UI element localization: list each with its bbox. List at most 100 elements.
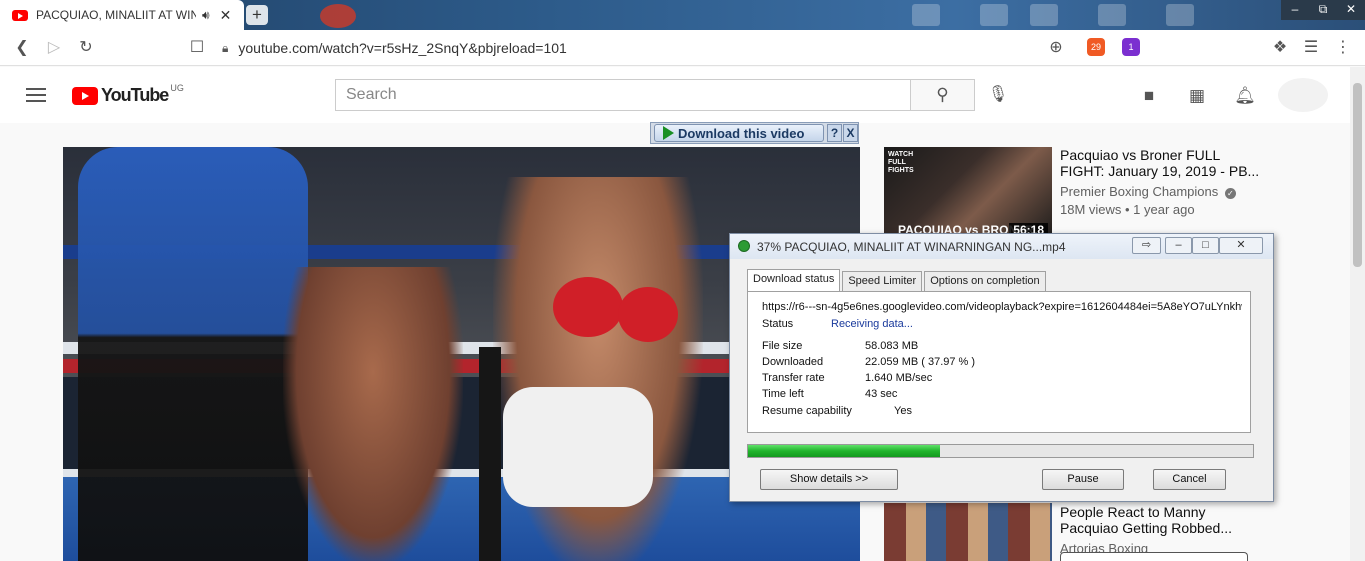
media-queue-icon[interactable]: ☰ (1301, 38, 1321, 58)
tab-options-on-completion[interactable]: Options on completion (924, 271, 1046, 291)
pause-button[interactable]: Pause (1042, 469, 1124, 490)
desktop-icon (980, 4, 1008, 26)
download-status-panel: https://r6---sn-4g5e6nes.googlevideo.com… (747, 291, 1251, 433)
boxing-glove (618, 287, 678, 342)
browser-tab-strip: PACQUIAO, MINALIIT AT WINARNINGAN NG... … (0, 0, 1365, 30)
tab-download-status[interactable]: Download status (747, 269, 841, 291)
avatar[interactable] (1278, 78, 1328, 112)
file-size-label: File size (762, 340, 803, 352)
speaker-icon[interactable]: 🔊︎ (202, 8, 210, 23)
brave-shields-icon[interactable]: 29 (1087, 38, 1105, 56)
browser-toolbar: ❮ ▷ ↻ ☐ 🔒︎ youtube.com/watch?v=r5sHz_2Sn… (0, 30, 1365, 66)
download-button-label: Download this video (678, 125, 805, 141)
zoom-icon[interactable]: ⊕ (1046, 38, 1066, 58)
forward-icon[interactable]: ▷ (44, 38, 64, 58)
ring-post (479, 347, 501, 561)
video-title[interactable]: People React to Manny Pacquiao Getting R… (1060, 504, 1260, 536)
help-button[interactable]: ? (827, 124, 842, 142)
tab-title: PACQUIAO, MINALIIT AT WINARNINGAN NG... (36, 8, 196, 22)
create-video-icon[interactable]: ■ (1138, 85, 1160, 107)
search-button[interactable]: ⚲ (910, 79, 975, 111)
download-video-bar: Download this video ? X (650, 122, 859, 144)
youtube-masthead: YouTube UG ⚲ 🎙︎ ■ ▦ 🔔︎ (0, 67, 1350, 123)
video-title[interactable]: Pacquiao vs Broner FULL FIGHT: January 1… (1060, 147, 1260, 179)
close-window-icon[interactable]: ✕ (1337, 0, 1365, 20)
cancel-button[interactable]: Cancel (1153, 469, 1226, 490)
transfer-rate-value: 1.640 MB/sec (865, 372, 933, 384)
close-tab-icon[interactable]: ✕ (220, 7, 232, 24)
dialog-titlebar[interactable]: 37% PACQUIAO, MINALIIT AT WINARNINGAN NG… (730, 234, 1273, 259)
minimize-icon[interactable]: ‒ (1281, 0, 1309, 20)
browser-tab-active[interactable]: PACQUIAO, MINALIIT AT WINARNINGAN NG... … (0, 0, 244, 30)
download-manager-icon (738, 240, 750, 252)
show-details-button[interactable]: Show details >> (760, 469, 898, 490)
brave-rewards-icon[interactable]: 1 (1122, 38, 1140, 56)
minimize-icon[interactable]: ‒ (1165, 237, 1192, 254)
youtube-favicon-icon (12, 9, 28, 21)
boxer-trunks (503, 387, 653, 507)
download-url: https://r6---sn-4g5e6nes.googlevideo.com… (762, 301, 1242, 313)
search-input[interactable] (336, 80, 910, 110)
boxer-figure (283, 267, 463, 561)
boxing-glove (553, 277, 623, 337)
search-icon: ⚲ (936, 85, 949, 104)
thumbnail-badge: WATCH FULL FIGHTS (888, 151, 914, 174)
page-scrollbar[interactable] (1350, 67, 1365, 561)
file-size-value: 58.083 MB (865, 340, 919, 352)
youtube-logo[interactable]: YouTube UG (72, 83, 184, 106)
close-dialog-icon[interactable]: ✕ (1219, 237, 1263, 254)
desktop-icon (320, 4, 356, 28)
bookmark-icon[interactable]: ☐ (187, 38, 207, 58)
time-left-value: 43 sec (865, 388, 898, 400)
search-box[interactable] (335, 79, 911, 111)
status-value: Receiving data... (831, 318, 913, 330)
back-icon[interactable]: ❮ (12, 38, 32, 58)
time-left-label: Time left (762, 388, 804, 400)
desktop-icon (912, 4, 940, 26)
resume-capability-label: Resume capability (762, 405, 852, 417)
url-text[interactable]: youtube.com/watch?v=r5sHz_2SnqY&pbjreloa… (238, 40, 566, 56)
download-progress-dialog: 37% PACQUIAO, MINALIIT AT WINARNINGAN NG… (729, 233, 1274, 502)
channel-name[interactable]: Premier Boxing Champions ✓ (1060, 184, 1236, 199)
close-bar-button[interactable]: X (843, 124, 858, 142)
download-progress-bar (747, 444, 1254, 458)
maximize-icon[interactable]: □ (1192, 237, 1219, 254)
video-meta: 18M views • 1 year ago (1060, 202, 1195, 217)
tab-speed-limiter[interactable]: Speed Limiter (842, 271, 923, 291)
hamburger-menu-icon[interactable] (26, 88, 46, 102)
channel-name-text[interactable]: Premier Boxing Champions (1060, 184, 1218, 199)
desktop-icon (1166, 4, 1194, 26)
new-tab-button[interactable]: + (246, 5, 268, 25)
address-bar[interactable]: 🔒︎ youtube.com/watch?v=r5sHz_2SnqY&pbjre… (222, 35, 1072, 61)
microphone-icon[interactable]: 🎙︎ (986, 84, 1010, 108)
downloaded-value: 22.059 MB ( 37.97 % ) (865, 356, 976, 368)
extensions-icon[interactable]: ❖ (1270, 38, 1290, 58)
menu-icon[interactable]: ⋮ (1333, 38, 1353, 58)
arrow-button-icon[interactable]: ⇨ (1132, 237, 1161, 254)
dialog-title: 37% PACQUIAO, MINALIIT AT WINARNINGAN NG… (757, 240, 1066, 254)
transfer-rate-label: Transfer rate (762, 372, 825, 384)
apps-grid-icon[interactable]: ▦ (1186, 85, 1208, 107)
restore-icon[interactable]: ⧉ (1309, 0, 1337, 20)
scrollbar-thumb[interactable] (1353, 83, 1362, 267)
video-thumbnail[interactable] (884, 503, 1052, 561)
notifications-bell-icon[interactable]: 🔔︎ (1234, 85, 1256, 107)
referee-figure (78, 147, 308, 561)
country-code: UG (170, 83, 184, 93)
downloaded-label: Downloaded (762, 356, 824, 368)
window-controls: ‒ ⧉ ✕ (1281, 0, 1365, 20)
lock-icon[interactable]: 🔒︎ (222, 41, 228, 56)
status-label: Status (762, 318, 794, 330)
tooltip-popup (1060, 552, 1248, 561)
screen: PACQUIAO, MINALIIT AT WINARNINGAN NG... … (0, 0, 1365, 561)
play-arrow-icon (663, 126, 674, 140)
youtube-play-icon (72, 86, 98, 105)
reload-icon[interactable]: ↻ (76, 38, 96, 58)
dialog-tabs: Download status Speed Limiter Options on… (747, 269, 1048, 291)
video-thumbnail[interactable]: WATCH FULL FIGHTS PACQUIAO vs BRONER 56:… (884, 147, 1052, 241)
desktop-icon (1098, 4, 1126, 26)
resume-capability-value: Yes (894, 405, 912, 417)
download-this-video-button[interactable]: Download this video (654, 124, 824, 142)
progress-fill (748, 445, 940, 457)
youtube-logo-text: YouTube (101, 85, 169, 105)
